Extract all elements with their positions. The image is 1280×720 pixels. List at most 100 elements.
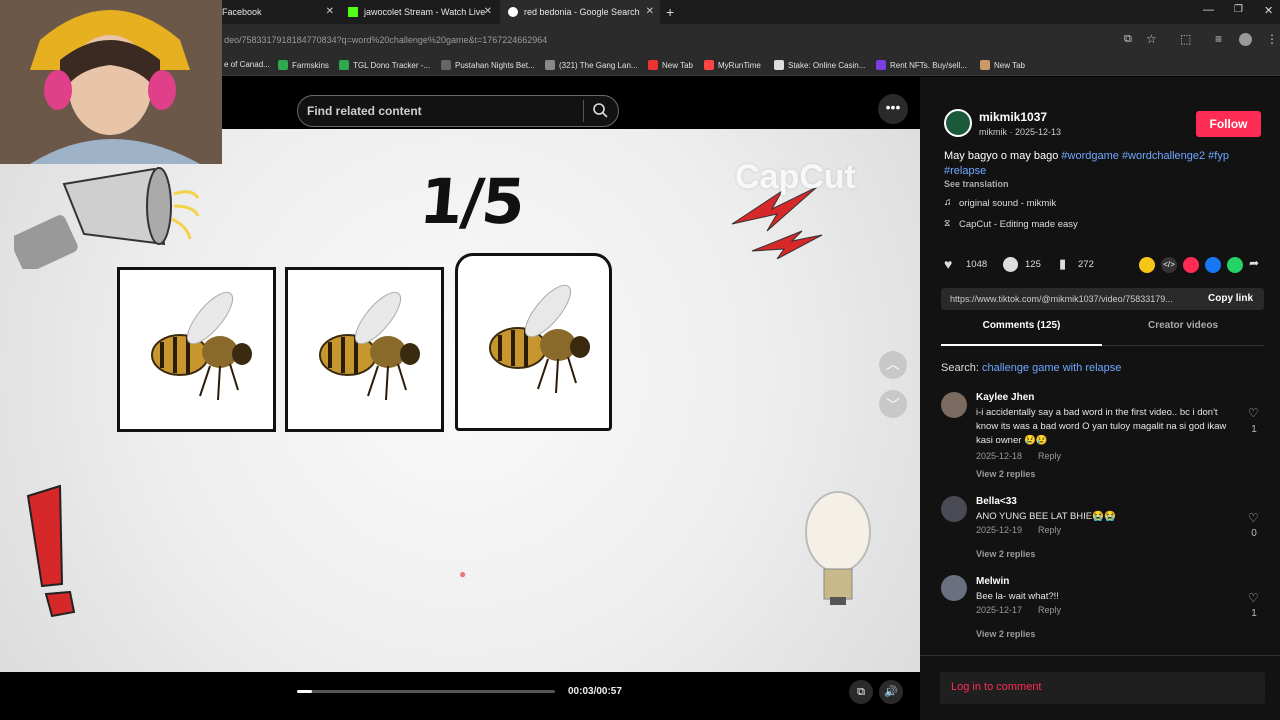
bookmark-item[interactable]: Rent NFTs. Buy/sell... [876, 60, 967, 70]
like-count: 1048 [966, 259, 988, 270]
maximize-icon[interactable]: ❐ [1234, 4, 1243, 15]
search-suggestion[interactable]: Search: challenge game with relapse [941, 362, 1121, 374]
close-tab-icon[interactable]: ✕ [326, 6, 334, 17]
google-icon [508, 7, 518, 17]
whatsapp-icon[interactable] [1227, 257, 1243, 273]
comment-author[interactable]: Melwin [976, 576, 1009, 587]
menu-icon[interactable]: ⋮ [1266, 32, 1278, 46]
search-input[interactable]: Find related content [307, 104, 422, 118]
bookmark-icon [278, 60, 288, 70]
avatar[interactable] [941, 496, 967, 522]
view-replies-button[interactable]: View 2 replies [976, 629, 1035, 639]
comment-like-icon[interactable]: ♡ [1248, 406, 1259, 420]
save-count: 272 [1078, 259, 1094, 270]
pip-icon[interactable]: ⧉ [849, 680, 873, 704]
view-replies-button[interactable]: View 2 replies [976, 469, 1035, 479]
music-note-icon: ♫ [944, 197, 952, 208]
bookmark-label: (321) The Gang Lan... [559, 60, 638, 70]
bookmark-item[interactable]: (321) The Gang Lan... [545, 60, 638, 70]
close-tab-icon[interactable]: ✕ [646, 6, 654, 17]
bee-image [319, 291, 420, 401]
comment-icon[interactable] [1003, 257, 1018, 272]
bookmark-item[interactable]: MyRunTime [704, 60, 761, 70]
creator-username[interactable]: mikmik1037 [979, 110, 1047, 124]
url-field[interactable]: deo/7583317918184770834?q=word%20challen… [224, 35, 547, 45]
close-tab-icon[interactable]: ✕ [484, 6, 492, 17]
bookmark-item[interactable]: New Tab [648, 60, 693, 70]
bookmark-label: MyRunTime [718, 60, 761, 70]
search-suggestion-query[interactable]: challenge game with relapse [982, 362, 1121, 374]
bookmark-label: New Tab [994, 60, 1025, 70]
capcut-watermark: CapCut [735, 158, 856, 196]
streamer-webcam [0, 0, 222, 164]
install-icon[interactable]: ⧉ [1124, 33, 1132, 46]
bookmark-label: e of Canad... [224, 60, 270, 69]
tab-creator-videos[interactable]: Creator videos [1102, 320, 1264, 346]
minimize-icon[interactable]: — [1203, 4, 1214, 16]
embed-icon[interactable]: </> [1161, 257, 1177, 273]
gift-icon[interactable] [1139, 257, 1155, 273]
more-options-icon[interactable]: ••• [878, 94, 908, 124]
follow-button[interactable]: Follow [1196, 111, 1261, 137]
share-icon[interactable]: ➦ [1249, 256, 1259, 270]
bookmark-item[interactable]: e of Canad... [224, 60, 270, 69]
bookmark-item[interactable]: Stake: Online Casin... [774, 60, 865, 70]
like-icon[interactable]: ♥ [944, 256, 952, 272]
tab-google[interactable]: red bedonia - Google Search ✕ [500, 0, 660, 24]
comment-like-icon[interactable]: ♡ [1248, 511, 1259, 525]
megaphone-sticker [14, 167, 200, 269]
reply-button[interactable]: Reply [1038, 451, 1061, 461]
avatar[interactable] [941, 575, 967, 601]
comment-like-icon[interactable]: ♡ [1248, 591, 1259, 605]
close-window-icon[interactable]: ✕ [1264, 4, 1273, 17]
video-link-url: https://www.tiktok.com/@mikmik1037/video… [950, 294, 1173, 304]
tab-facebook[interactable]: Facebook ✕ [222, 0, 340, 24]
copy-link-button[interactable]: Copy link [1208, 293, 1253, 304]
tab-comments[interactable]: Comments (125) [941, 320, 1102, 346]
comment-like-count: 1 [1251, 608, 1257, 619]
reply-button[interactable]: Reply [1038, 525, 1061, 535]
comment-author[interactable]: Bella<33 [976, 496, 1017, 507]
volume-icon[interactable]: 🔊 [879, 680, 903, 704]
streamer-figure [0, 0, 222, 164]
picture-card [455, 253, 612, 431]
bookmark-item[interactable]: Farmskins [278, 60, 329, 70]
lightbulb-sticker [805, 491, 871, 605]
profile-avatar[interactable] [1239, 33, 1252, 46]
comment-text: i-i accidentally say a bad word in the f… [976, 407, 1227, 446]
tab-label: red bedonia - Google Search [524, 7, 640, 17]
bookmark-icon[interactable]: ▮ [1059, 256, 1066, 272]
avatar[interactable] [941, 392, 967, 418]
bookmark-item[interactable]: Pustahan Nights Bet... [441, 60, 535, 70]
star-icon[interactable]: ☆ [1146, 32, 1157, 46]
capcut-icon: ⧖ [944, 218, 951, 228]
bookmark-item[interactable]: New Tab [980, 60, 1025, 70]
comment-text: ANO YUNG BEE LAT BHIE😭😭 [976, 511, 1116, 522]
reply-button[interactable]: Reply [1038, 605, 1061, 615]
progress-fill [297, 690, 313, 693]
tab-label: jawocolet Stream - Watch Live [364, 7, 486, 17]
media-icon[interactable]: ≡ [1215, 32, 1222, 46]
kick-icon [348, 7, 358, 17]
see-translation-link[interactable]: See translation [944, 179, 1009, 189]
comment-author[interactable]: Kaylee Jhen [976, 392, 1034, 403]
comment-text: Bee la- wait what?!! [976, 591, 1059, 602]
bookmark-item[interactable]: TGL Dono Tracker -... [339, 60, 430, 70]
extensions-icon[interactable]: ⬚ [1180, 32, 1191, 46]
bookmark-label: Stake: Online Casin... [788, 60, 866, 70]
facebook-icon[interactable] [1205, 257, 1221, 273]
chevron-down-icon[interactable]: ﹀ [879, 390, 907, 418]
progress-bar[interactable] [297, 690, 555, 693]
chevron-up-icon[interactable]: ︿ [879, 351, 907, 379]
sound-link[interactable]: original sound - mikmik [959, 198, 1056, 209]
creator-avatar[interactable] [944, 109, 972, 137]
share-send-icon[interactable] [1183, 257, 1199, 273]
view-replies-button[interactable]: View 2 replies [976, 549, 1035, 559]
bee-image [151, 291, 252, 401]
new-tab-icon[interactable]: + [666, 4, 674, 20]
search-icon[interactable] [593, 103, 608, 118]
capcut-link[interactable]: CapCut - Editing made easy [959, 219, 1078, 230]
tab-stream[interactable]: jawocolet Stream - Watch Live ✕ [340, 0, 498, 24]
hand-cursor-icon: ● [459, 567, 467, 581]
login-to-comment-button[interactable]: Log in to comment [940, 672, 1265, 704]
